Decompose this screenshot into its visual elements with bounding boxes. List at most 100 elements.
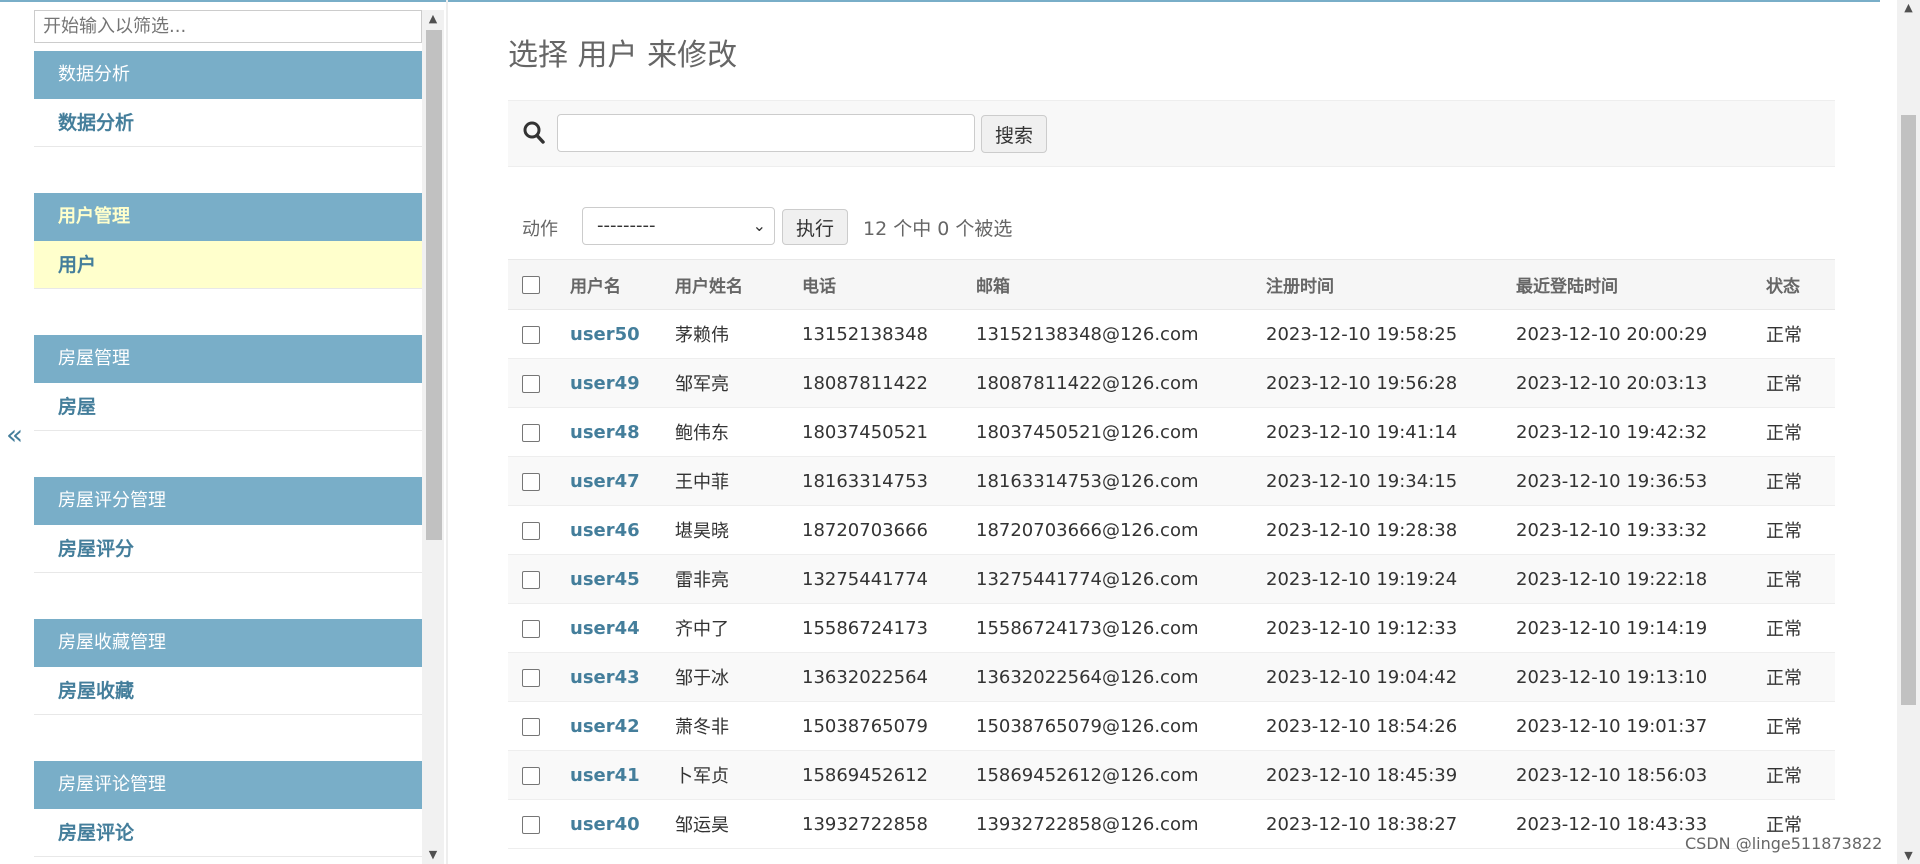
- sidebar-caption-favorites[interactable]: 房屋收藏管理: [34, 619, 422, 667]
- cell-last-login: 2023-12-10 20:03:13: [1516, 358, 1766, 408]
- cell-status: 正常: [1766, 603, 1835, 653]
- sidebar-scrollbar[interactable]: ▲ ▼: [422, 10, 444, 864]
- cell-last-login: 2023-12-10 19:42:32: [1516, 407, 1766, 457]
- page-scroll-down-icon[interactable]: ▼: [1897, 848, 1920, 864]
- cell-email: 18037450521@126.com: [976, 407, 1266, 457]
- cell-fullname: 邹运昊: [675, 799, 802, 849]
- row-select-cell: [508, 652, 570, 702]
- col-header-fullname[interactable]: 用户姓名: [675, 259, 802, 310]
- row-select-cell: [508, 554, 570, 604]
- cell-username[interactable]: user43: [570, 652, 675, 702]
- cell-username[interactable]: user41: [570, 750, 675, 800]
- sidebar-item-ratings[interactable]: 房屋评分: [34, 525, 422, 573]
- row-select-cell: [508, 456, 570, 506]
- sidebar-item-houses[interactable]: 房屋: [34, 383, 422, 431]
- col-header-last-login[interactable]: 最近登陆时间: [1516, 259, 1766, 310]
- cell-email: 18720703666@126.com: [976, 505, 1266, 555]
- cell-username[interactable]: user50: [570, 309, 675, 359]
- cell-phone: 18163314753: [802, 456, 976, 506]
- cell-phone: 15038765079: [802, 701, 976, 751]
- cell-fullname: 王中菲: [675, 456, 802, 506]
- cell-registered: 2023-12-10 19:41:14: [1266, 407, 1516, 457]
- sidebar-caption-houses[interactable]: 房屋管理: [34, 335, 422, 383]
- users-table: 用户名 用户姓名 电话 邮箱 注册时间 最近登陆时间 状态 user50 茅赖伟 1…: [508, 259, 1835, 849]
- cell-fullname: 萧冬非: [675, 701, 802, 751]
- cell-registered: 2023-12-10 19:58:25: [1266, 309, 1516, 359]
- run-action-button[interactable]: 执行: [782, 209, 848, 245]
- sidebar-item-users[interactable]: 用户: [34, 241, 422, 289]
- collapse-sidebar-icon[interactable]: «: [6, 418, 23, 451]
- cell-email: 18087811422@126.com: [976, 358, 1266, 408]
- cell-fullname: 邹军亮: [675, 358, 802, 408]
- col-header-email[interactable]: 邮箱: [976, 259, 1266, 310]
- scroll-up-arrow-icon[interactable]: ▲: [422, 10, 444, 28]
- sidebar-caption-users[interactable]: 用户管理: [34, 193, 422, 241]
- row-select-cell: [508, 358, 570, 408]
- search-input[interactable]: [557, 114, 975, 152]
- actions-label: 动作: [522, 219, 558, 240]
- col-header-phone[interactable]: 电话: [802, 259, 976, 310]
- cell-status: 正常: [1766, 407, 1835, 457]
- sidebar-nav: 数据分析 数据分析 用户管理 用户 房屋管理 房屋 房屋评分管理 房屋评分 房屋…: [34, 10, 422, 864]
- page-scroll-up-icon[interactable]: ▲: [1897, 0, 1920, 16]
- cell-username[interactable]: user40: [570, 799, 675, 849]
- cell-status: 正常: [1766, 554, 1835, 604]
- row-checkbox[interactable]: [522, 521, 540, 540]
- table-row: user48 鲍伟东 18037450521 18037450521@126.com 2…: [508, 407, 1835, 457]
- sidebar-caption-comments[interactable]: 房屋评论管理: [34, 761, 422, 809]
- cell-phone: 18037450521: [802, 407, 976, 457]
- row-checkbox[interactable]: [522, 423, 540, 442]
- cell-username[interactable]: user45: [570, 554, 675, 604]
- cell-phone: 13932722858: [802, 799, 976, 849]
- cell-username[interactable]: user48: [570, 407, 675, 457]
- row-checkbox[interactable]: [522, 766, 540, 785]
- row-select-cell: [508, 701, 570, 751]
- cell-username[interactable]: user47: [570, 456, 675, 506]
- sidebar-filter-input[interactable]: [34, 10, 422, 43]
- table-row: user40 邹运昊 13932722858 13932722858@126.com 2…: [508, 799, 1835, 849]
- row-checkbox[interactable]: [522, 619, 540, 638]
- sidebar-caption-analysis[interactable]: 数据分析: [34, 51, 422, 99]
- sidebar-scrollbar-thumb[interactable]: [426, 30, 442, 540]
- table-row: user43 邹于冰 13632022564 13632022564@126.com 2…: [508, 652, 1835, 702]
- cell-status: 正常: [1766, 701, 1835, 751]
- select-all-header: [508, 259, 570, 310]
- page-scrollbar-thumb[interactable]: [1901, 115, 1916, 705]
- sidebar-item-analysis[interactable]: 数据分析: [34, 99, 422, 147]
- sidebar-section-analysis: 数据分析 数据分析: [34, 51, 422, 147]
- cell-username[interactable]: user44: [570, 603, 675, 653]
- cell-last-login: 2023-12-10 19:22:18: [1516, 554, 1766, 604]
- row-checkbox[interactable]: [522, 717, 540, 736]
- row-checkbox[interactable]: [522, 374, 540, 393]
- cell-email: 15038765079@126.com: [976, 701, 1266, 751]
- select-all-checkbox[interactable]: [522, 275, 540, 294]
- col-header-registered[interactable]: 注册时间: [1266, 259, 1516, 310]
- col-header-username[interactable]: 用户名: [570, 259, 675, 310]
- col-header-status[interactable]: 状态: [1766, 259, 1835, 310]
- cell-fullname: 齐中了: [675, 603, 802, 653]
- row-checkbox[interactable]: [522, 570, 540, 589]
- row-checkbox[interactable]: [522, 815, 540, 834]
- row-checkbox[interactable]: [522, 325, 540, 344]
- page-scrollbar[interactable]: ▲ ▼: [1897, 0, 1920, 864]
- cell-status: 正常: [1766, 309, 1835, 359]
- row-checkbox[interactable]: [522, 472, 540, 491]
- cell-email: 18163314753@126.com: [976, 456, 1266, 506]
- action-select[interactable]: --------- ⌄: [582, 207, 775, 245]
- sidebar-divider: [446, 0, 448, 864]
- cell-status: 正常: [1766, 505, 1835, 555]
- cell-registered: 2023-12-10 19:12:33: [1266, 603, 1516, 653]
- sidebar-item-comments[interactable]: 房屋评论: [34, 809, 422, 857]
- sidebar-section-houses: 房屋管理 房屋: [34, 335, 422, 431]
- cell-username[interactable]: user49: [570, 358, 675, 408]
- cell-username[interactable]: user46: [570, 505, 675, 555]
- sidebar-caption-ratings[interactable]: 房屋评分管理: [34, 477, 422, 525]
- actions-bar: 动作 --------- ⌄ 执行 12 个中 0 个被选: [508, 205, 1835, 247]
- scroll-down-arrow-icon[interactable]: ▼: [422, 846, 444, 864]
- table-row: user45 雷非亮 13275441774 13275441774@126.com 2…: [508, 554, 1835, 604]
- row-checkbox[interactable]: [522, 668, 540, 687]
- cell-username[interactable]: user42: [570, 701, 675, 751]
- cell-registered: 2023-12-10 19:34:15: [1266, 456, 1516, 506]
- search-button[interactable]: 搜索: [981, 115, 1047, 153]
- sidebar-item-favorites[interactable]: 房屋收藏: [34, 667, 422, 715]
